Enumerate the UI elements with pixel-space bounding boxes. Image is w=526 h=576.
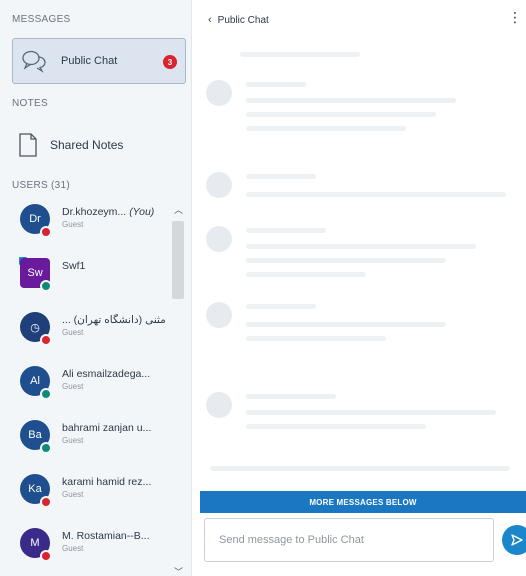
back-to-chat-link[interactable]: ‹ Public Chat [208,14,269,26]
messages-area [200,46,522,490]
user-name-text: Swf1 [62,260,86,272]
notes-section-title: NOTES [12,98,48,109]
user-name-text: Dr.khozeym... [62,206,127,218]
user-name: ... مثنی (دانشگاه تهران) [62,314,177,326]
public-chat-label: Public Chat [61,55,118,67]
status-indicator-icon [40,334,52,346]
user-role: Guest [62,490,84,499]
user-name: Swf1 [62,260,177,272]
message-composer[interactable] [204,518,494,562]
user-list-item[interactable]: Dr Dr.khozeym... (You) Guest [18,196,178,246]
message-text [240,52,360,57]
user-name-text: karami hamid rez... [62,476,152,488]
user-name: Ali esmailzadega... [62,368,177,380]
user-name: M. Rostamian--B... [62,530,177,542]
user-role: Guest [62,436,84,445]
users-scrollbar[interactable]: ︿ ﹀ [172,205,186,576]
scroll-down-icon[interactable]: ﹀ [174,565,183,576]
more-messages-below-button[interactable]: MORE MESSAGES BELOW [200,491,526,513]
message-avatar [206,302,232,328]
messages-section-title: MESSAGES [12,14,71,25]
status-indicator-icon [40,280,52,292]
you-label: (You) [129,206,155,218]
status-indicator-icon [40,496,52,508]
chevron-left-icon: ‹ [208,14,212,26]
message-avatar [206,172,232,198]
scroll-up-icon[interactable]: ︿ [174,203,183,216]
user-list-item[interactable]: Sw Swf1 [18,250,178,300]
message-avatar [206,226,232,252]
send-button[interactable] [502,525,526,555]
user-list-item[interactable]: ◷... مثنی (دانشگاه تهران) Guest [18,304,178,354]
users-list: Dr Dr.khozeym... (You) Guest Sw Swf1 ◷... مثنی… [0,196,191,576]
user-name-text: M. Rostamian--B... [62,530,150,542]
user-name: bahrami zanjan u... [62,422,177,434]
user-role: Guest [62,544,84,553]
user-role: Guest [62,382,84,391]
unread-badge: 3 [163,55,177,69]
users-section-title: USERS (31) [12,180,71,191]
shared-notes-label: Shared Notes [50,138,124,152]
message-input[interactable] [205,519,493,561]
user-list-item[interactable]: Ba bahrami zanjan u... Guest [18,412,178,462]
status-indicator-icon [40,226,52,238]
document-icon [19,133,37,157]
chat-bubbles-icon [22,50,46,73]
send-icon [511,534,523,546]
user-name-text: bahrami zanjan u... [62,422,152,434]
message-avatar [206,392,232,418]
public-chat-item[interactable]: Public Chat 3 [12,38,186,84]
user-name-text: Ali esmailzadega... [62,368,151,380]
status-indicator-icon [40,550,52,562]
chat-panel: ‹ Public Chat ⋮ MORE MESSAGES BELOW Send… [192,0,526,576]
user-role: Guest [62,328,84,337]
status-indicator-icon [40,442,52,454]
user-list-item[interactable]: Ka karami hamid rez... Guest [18,466,178,516]
user-list-item[interactable]: M M. Rostamian--B... Guest [18,520,178,570]
user-list-item[interactable]: Al Ali esmailzadega... Guest [18,358,178,408]
user-name: Dr.khozeym... (You) [62,206,177,218]
status-indicator-icon [40,388,52,400]
user-name-text: ... مثنی (دانشگاه تهران) [62,314,166,326]
message-avatar [206,80,232,106]
chat-header: ‹ Public Chat ⋮ [192,0,526,42]
more-options-icon[interactable]: ⋮ [508,10,522,24]
sidebar: MESSAGES Public Chat 3 NOTES Shared Note… [0,0,192,576]
user-name: karami hamid rez... [62,476,177,488]
chat-title: Public Chat [217,14,269,26]
shared-notes-item[interactable]: Shared Notes [18,130,123,160]
user-role: Guest [62,220,84,229]
scroll-thumb[interactable] [172,221,184,299]
